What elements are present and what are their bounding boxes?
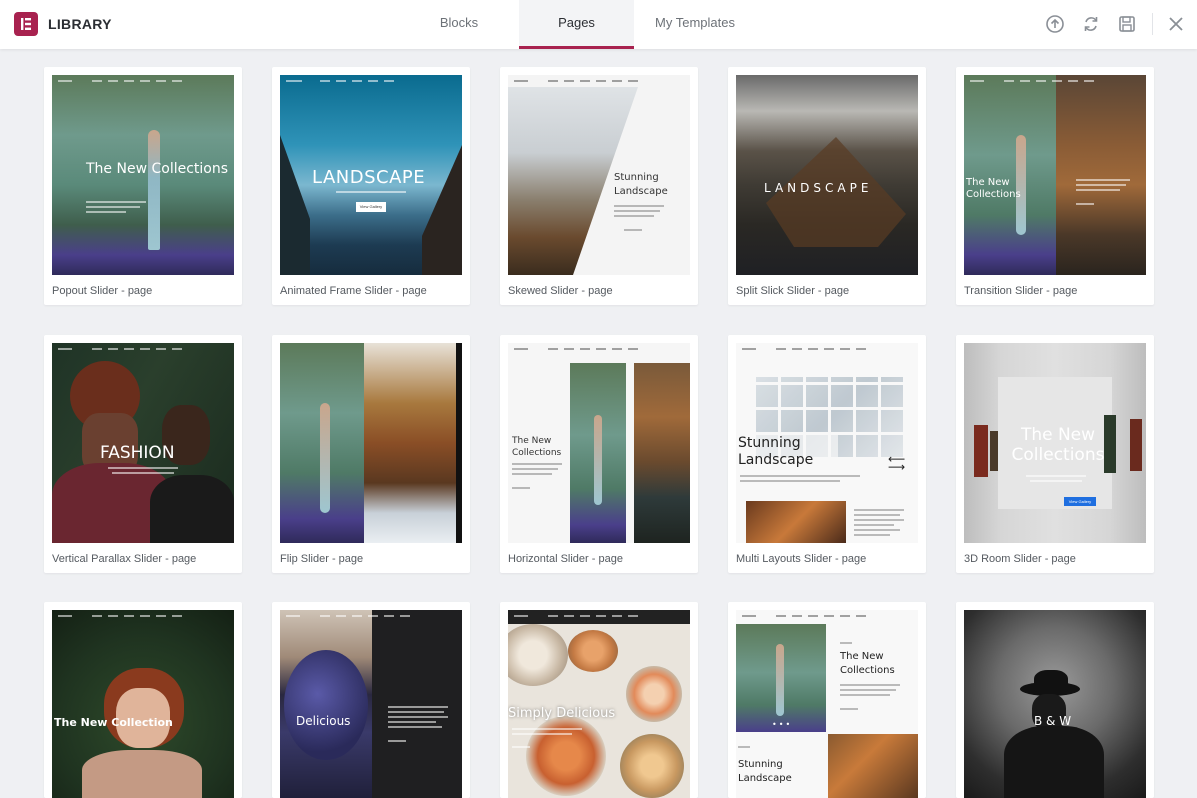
thumb-heading: LANDSCAPE: [764, 181, 873, 195]
thumb-heading: LANDSCAPE: [312, 167, 426, 188]
save-icon[interactable]: [1116, 13, 1138, 35]
template-card[interactable]: B & W: [956, 602, 1154, 798]
template-thumbnail: The New Collections: [508, 343, 690, 543]
tab-pages[interactable]: Pages: [519, 0, 634, 49]
template-card[interactable]: LANDSCAPE View Gallery Animated Frame Sl…: [272, 67, 470, 305]
template-card[interactable]: Stunning Landscape ⟵ ⟶ Multi Layouts Slid…: [728, 335, 926, 573]
arrows-icon: ⟵ ⟶: [888, 452, 906, 474]
template-thumbnail: FASHION: [52, 343, 234, 543]
template-name: Flip Slider - page: [280, 553, 364, 565]
thumb-heading: Stunning Landscape: [738, 435, 838, 469]
template-card[interactable]: The New Collections Popout Slider - page: [44, 67, 242, 305]
template-thumbnail: Stunning Landscape ⟵ ⟶: [736, 343, 918, 543]
library-header: LIBRARY Blocks Pages My Templates: [0, 0, 1197, 49]
template-name: Split Slick Slider - page: [736, 285, 850, 297]
template-thumbnail: B & W: [964, 610, 1146, 798]
template-thumbnail: The New Collection: [52, 610, 234, 798]
thumb-heading: The New Collection: [54, 716, 173, 729]
elementor-logo-icon: [14, 12, 38, 36]
template-thumbnail: LANDSCAPE: [736, 75, 918, 275]
thumb-heading: Delicious: [296, 714, 351, 728]
template-card[interactable]: ••• The New Collections Stunning Landsca…: [728, 602, 926, 798]
template-name: Skewed Slider - page: [508, 285, 613, 297]
tab-my-templates[interactable]: My Templates: [640, 0, 750, 49]
template-card[interactable]: Delicious: [272, 602, 470, 798]
template-card[interactable]: The New Collections View Gallery 3D Room…: [956, 335, 1154, 573]
template-thumbnail: Stunning Landscape: [508, 75, 690, 275]
thumb-heading: The New Collections: [86, 161, 229, 177]
tab-blocks[interactable]: Blocks: [420, 0, 498, 49]
template-name: Animated Frame Slider - page: [280, 285, 427, 297]
template-name: Multi Layouts Slider - page: [736, 553, 867, 565]
template-name: 3D Room Slider - page: [964, 553, 1076, 565]
template-thumbnail: [280, 343, 462, 543]
thumb-heading-2: Stunning Landscape: [738, 759, 792, 784]
thumb-heading: The New Collections: [966, 177, 1021, 200]
template-card[interactable]: The New Collections Transition Slider - …: [956, 67, 1154, 305]
template-card[interactable]: The New Collections Horizontal Slider - …: [500, 335, 698, 573]
thumb-heading: The New Collections: [512, 436, 562, 458]
template-thumbnail: ••• The New Collections Stunning Landsca…: [736, 610, 918, 798]
template-thumbnail: The New Collections: [964, 75, 1146, 275]
thumb-heading: FASHION: [100, 443, 175, 463]
thumb-heading: B & W: [1034, 714, 1072, 728]
template-thumbnail: The New Collections: [52, 75, 234, 275]
thumb-button: View Gallery: [356, 202, 386, 212]
template-name: Vertical Parallax Slider - page: [52, 553, 197, 565]
thumb-heading: Simply Delicious: [508, 706, 616, 721]
template-thumbnail: The New Collections View Gallery: [964, 343, 1146, 543]
upload-icon[interactable]: [1044, 13, 1066, 35]
template-name: Horizontal Slider - page: [508, 553, 623, 565]
template-thumbnail: Simply Delicious: [508, 610, 690, 798]
close-icon[interactable]: [1165, 13, 1187, 35]
template-thumbnail: LANDSCAPE View Gallery: [280, 75, 462, 275]
template-card[interactable]: Simply Delicious: [500, 602, 698, 798]
template-card[interactable]: FASHION Vertical Parallax Slider - page: [44, 335, 242, 573]
library-title: LIBRARY: [48, 16, 112, 32]
thumb-heading: The New Collections: [840, 651, 895, 676]
template-card[interactable]: The New Collection: [44, 602, 242, 798]
thumb-heading: The New Collections: [1011, 425, 1105, 465]
sync-icon[interactable]: [1080, 13, 1102, 35]
template-card[interactable]: LANDSCAPE Split Slick Slider - page: [728, 67, 926, 305]
header-divider: [1152, 13, 1153, 35]
template-card[interactable]: Flip Slider - page: [272, 335, 470, 573]
template-card[interactable]: Stunning Landscape Skewed Slider - page: [500, 67, 698, 305]
template-name: Transition Slider - page: [964, 285, 1078, 297]
thumb-button: View Gallery: [1064, 497, 1096, 506]
template-thumbnail: Delicious: [280, 610, 462, 798]
thumb-heading: Stunning Landscape: [614, 172, 668, 197]
template-name: Popout Slider - page: [52, 285, 153, 297]
slider-dots[interactable]: •••: [772, 720, 792, 729]
